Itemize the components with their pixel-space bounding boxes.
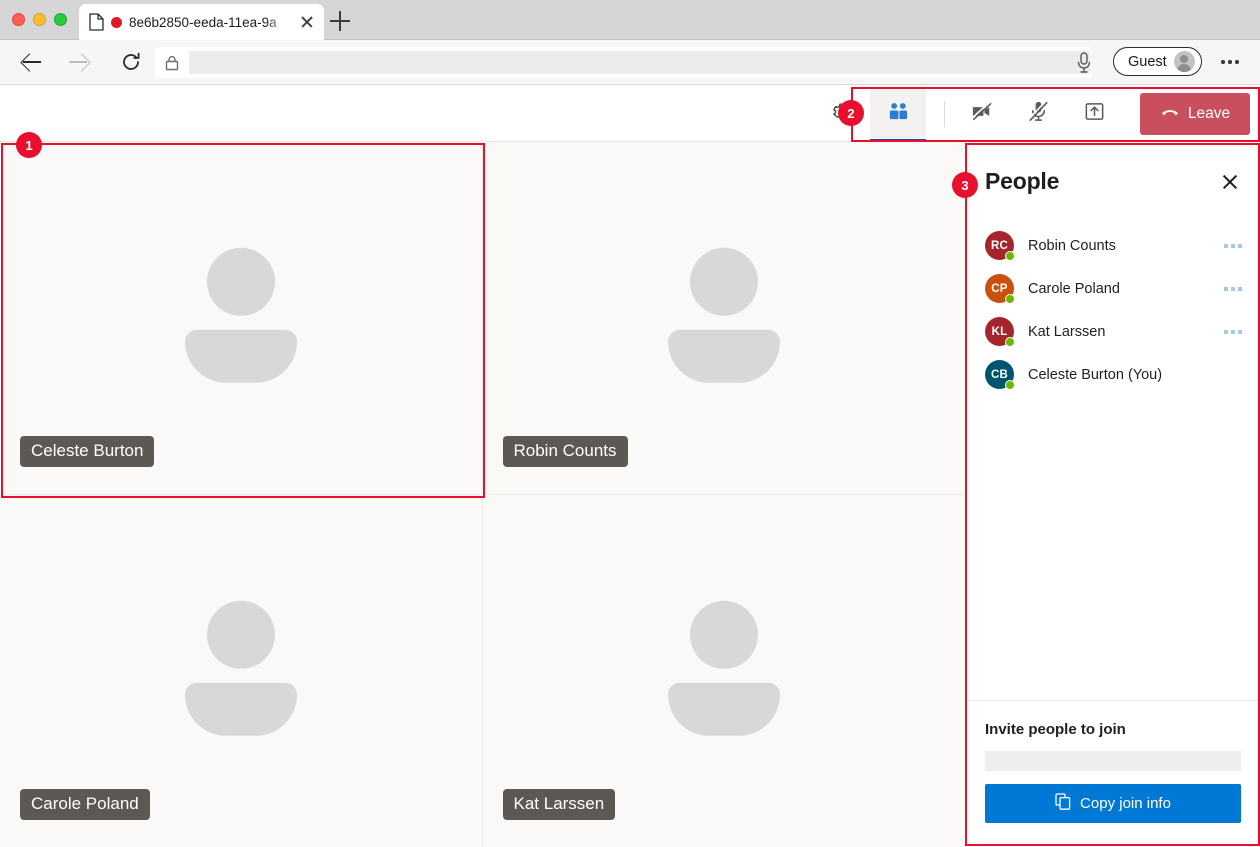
forward-button[interactable] [62, 45, 96, 79]
presence-available-icon [1005, 337, 1015, 347]
video-tile-name: Celeste Burton [20, 436, 154, 467]
avatar: RC [985, 231, 1014, 260]
share-screen-button[interactable] [1066, 86, 1122, 142]
person-silhouette-icon [185, 248, 297, 383]
video-tile-robin-counts[interactable]: Robin Counts [483, 142, 966, 495]
profile-button[interactable]: Guest [1113, 47, 1202, 76]
leave-button-label: Leave [1188, 105, 1230, 123]
ellipsis-icon[interactable] [1224, 244, 1246, 248]
browser-tabstrip: 8e6b2850-eeda-11ea-9a [0, 0, 1260, 40]
people-panel-header: People [966, 142, 1260, 220]
annotation-badge-3: 3 [952, 172, 978, 198]
video-stage: Celeste Burton Robin Counts Carole Polan… [0, 142, 965, 847]
back-button[interactable] [14, 45, 48, 79]
participant-name: Celeste Burton (You) [1028, 367, 1246, 383]
avatar: CB [985, 360, 1014, 389]
browser-tab[interactable]: 8e6b2850-eeda-11ea-9a [79, 4, 324, 40]
people-panel-title: People [985, 168, 1216, 195]
list-item[interactable]: KL Kat Larssen [966, 310, 1260, 353]
presence-available-icon [1005, 380, 1015, 390]
microphone-off-icon [1026, 99, 1051, 129]
participant-name: Kat Larssen [1028, 324, 1224, 340]
avatar: KL [985, 317, 1014, 346]
annotation-badge-2: 2 [838, 100, 864, 126]
microphone-icon[interactable] [1072, 50, 1096, 76]
copy-icon [1055, 793, 1071, 814]
new-tab-button[interactable] [330, 11, 350, 31]
avatar-initials: CP [991, 283, 1007, 295]
avatar-initials: CB [991, 369, 1008, 381]
person-silhouette-icon [185, 601, 297, 736]
video-grid: Celeste Burton Robin Counts Carole Polan… [0, 142, 965, 847]
address-input[interactable] [189, 51, 1090, 74]
people-icon [887, 100, 910, 128]
address-bar[interactable] [155, 47, 1091, 78]
recording-dot-icon [111, 17, 122, 28]
close-icon[interactable] [1216, 167, 1244, 195]
people-panel: People RC Robin Counts CP Carole Poland [965, 142, 1260, 847]
presence-available-icon [1005, 294, 1015, 304]
reload-button[interactable] [114, 45, 148, 79]
video-tile-name: Kat Larssen [503, 789, 616, 820]
person-silhouette-icon [668, 248, 780, 383]
video-tile-carole-poland[interactable]: Carole Poland [0, 495, 483, 847]
ellipsis-icon[interactable] [1224, 330, 1246, 334]
person-avatar-icon [1174, 51, 1195, 72]
meeting-toolbar: Leave [0, 86, 1260, 142]
leave-button[interactable]: Leave [1140, 93, 1250, 135]
camera-toggle-button[interactable] [954, 86, 1010, 142]
avatar-initials: RC [991, 240, 1008, 252]
presence-available-icon [1005, 251, 1015, 261]
participant-name: Carole Poland [1028, 281, 1224, 297]
close-window-button[interactable] [12, 13, 25, 26]
window-controls [12, 13, 67, 26]
lock-icon [163, 54, 181, 72]
person-silhouette-icon [668, 601, 780, 736]
browser-menu-button[interactable] [1217, 50, 1243, 74]
invite-link-field[interactable] [985, 751, 1241, 771]
avatar: CP [985, 274, 1014, 303]
copy-join-info-label: Copy join info [1080, 795, 1171, 812]
minimize-window-button[interactable] [33, 13, 46, 26]
toolbar-divider [944, 101, 945, 127]
hangup-phone-icon [1160, 104, 1180, 123]
participant-list: RC Robin Counts CP Carole Poland KL [966, 220, 1260, 700]
browser-window: 8e6b2850-eeda-11ea-9a Guest [0, 0, 1260, 847]
video-tile-kat-larssen[interactable]: Kat Larssen [483, 495, 966, 847]
maximize-window-button[interactable] [54, 13, 67, 26]
microphone-toggle-button[interactable] [1010, 86, 1066, 142]
invite-section: Invite people to join Copy join info [966, 700, 1260, 847]
profile-label: Guest [1128, 54, 1167, 70]
camera-off-icon [970, 99, 995, 129]
document-icon [89, 13, 104, 31]
list-item[interactable]: CP Carole Poland [966, 267, 1260, 310]
browser-tab-title: 8e6b2850-eeda-11ea-9a [129, 15, 291, 30]
video-tile-celeste-burton[interactable]: Celeste Burton [0, 142, 483, 495]
share-screen-icon [1083, 100, 1106, 128]
annotation-badge-1: 1 [16, 132, 42, 158]
participant-name: Robin Counts [1028, 238, 1224, 254]
copy-join-info-button[interactable]: Copy join info [985, 784, 1241, 823]
list-item[interactable]: CB Celeste Burton (You) [966, 353, 1260, 396]
invite-section-title: Invite people to join [985, 721, 1241, 738]
ellipsis-icon[interactable] [1224, 287, 1246, 291]
video-tile-name: Robin Counts [503, 436, 628, 467]
video-tile-name: Carole Poland [20, 789, 150, 820]
people-button[interactable] [870, 86, 926, 142]
avatar-initials: KL [992, 326, 1008, 338]
close-icon[interactable] [298, 13, 316, 31]
list-item[interactable]: RC Robin Counts [966, 224, 1260, 267]
